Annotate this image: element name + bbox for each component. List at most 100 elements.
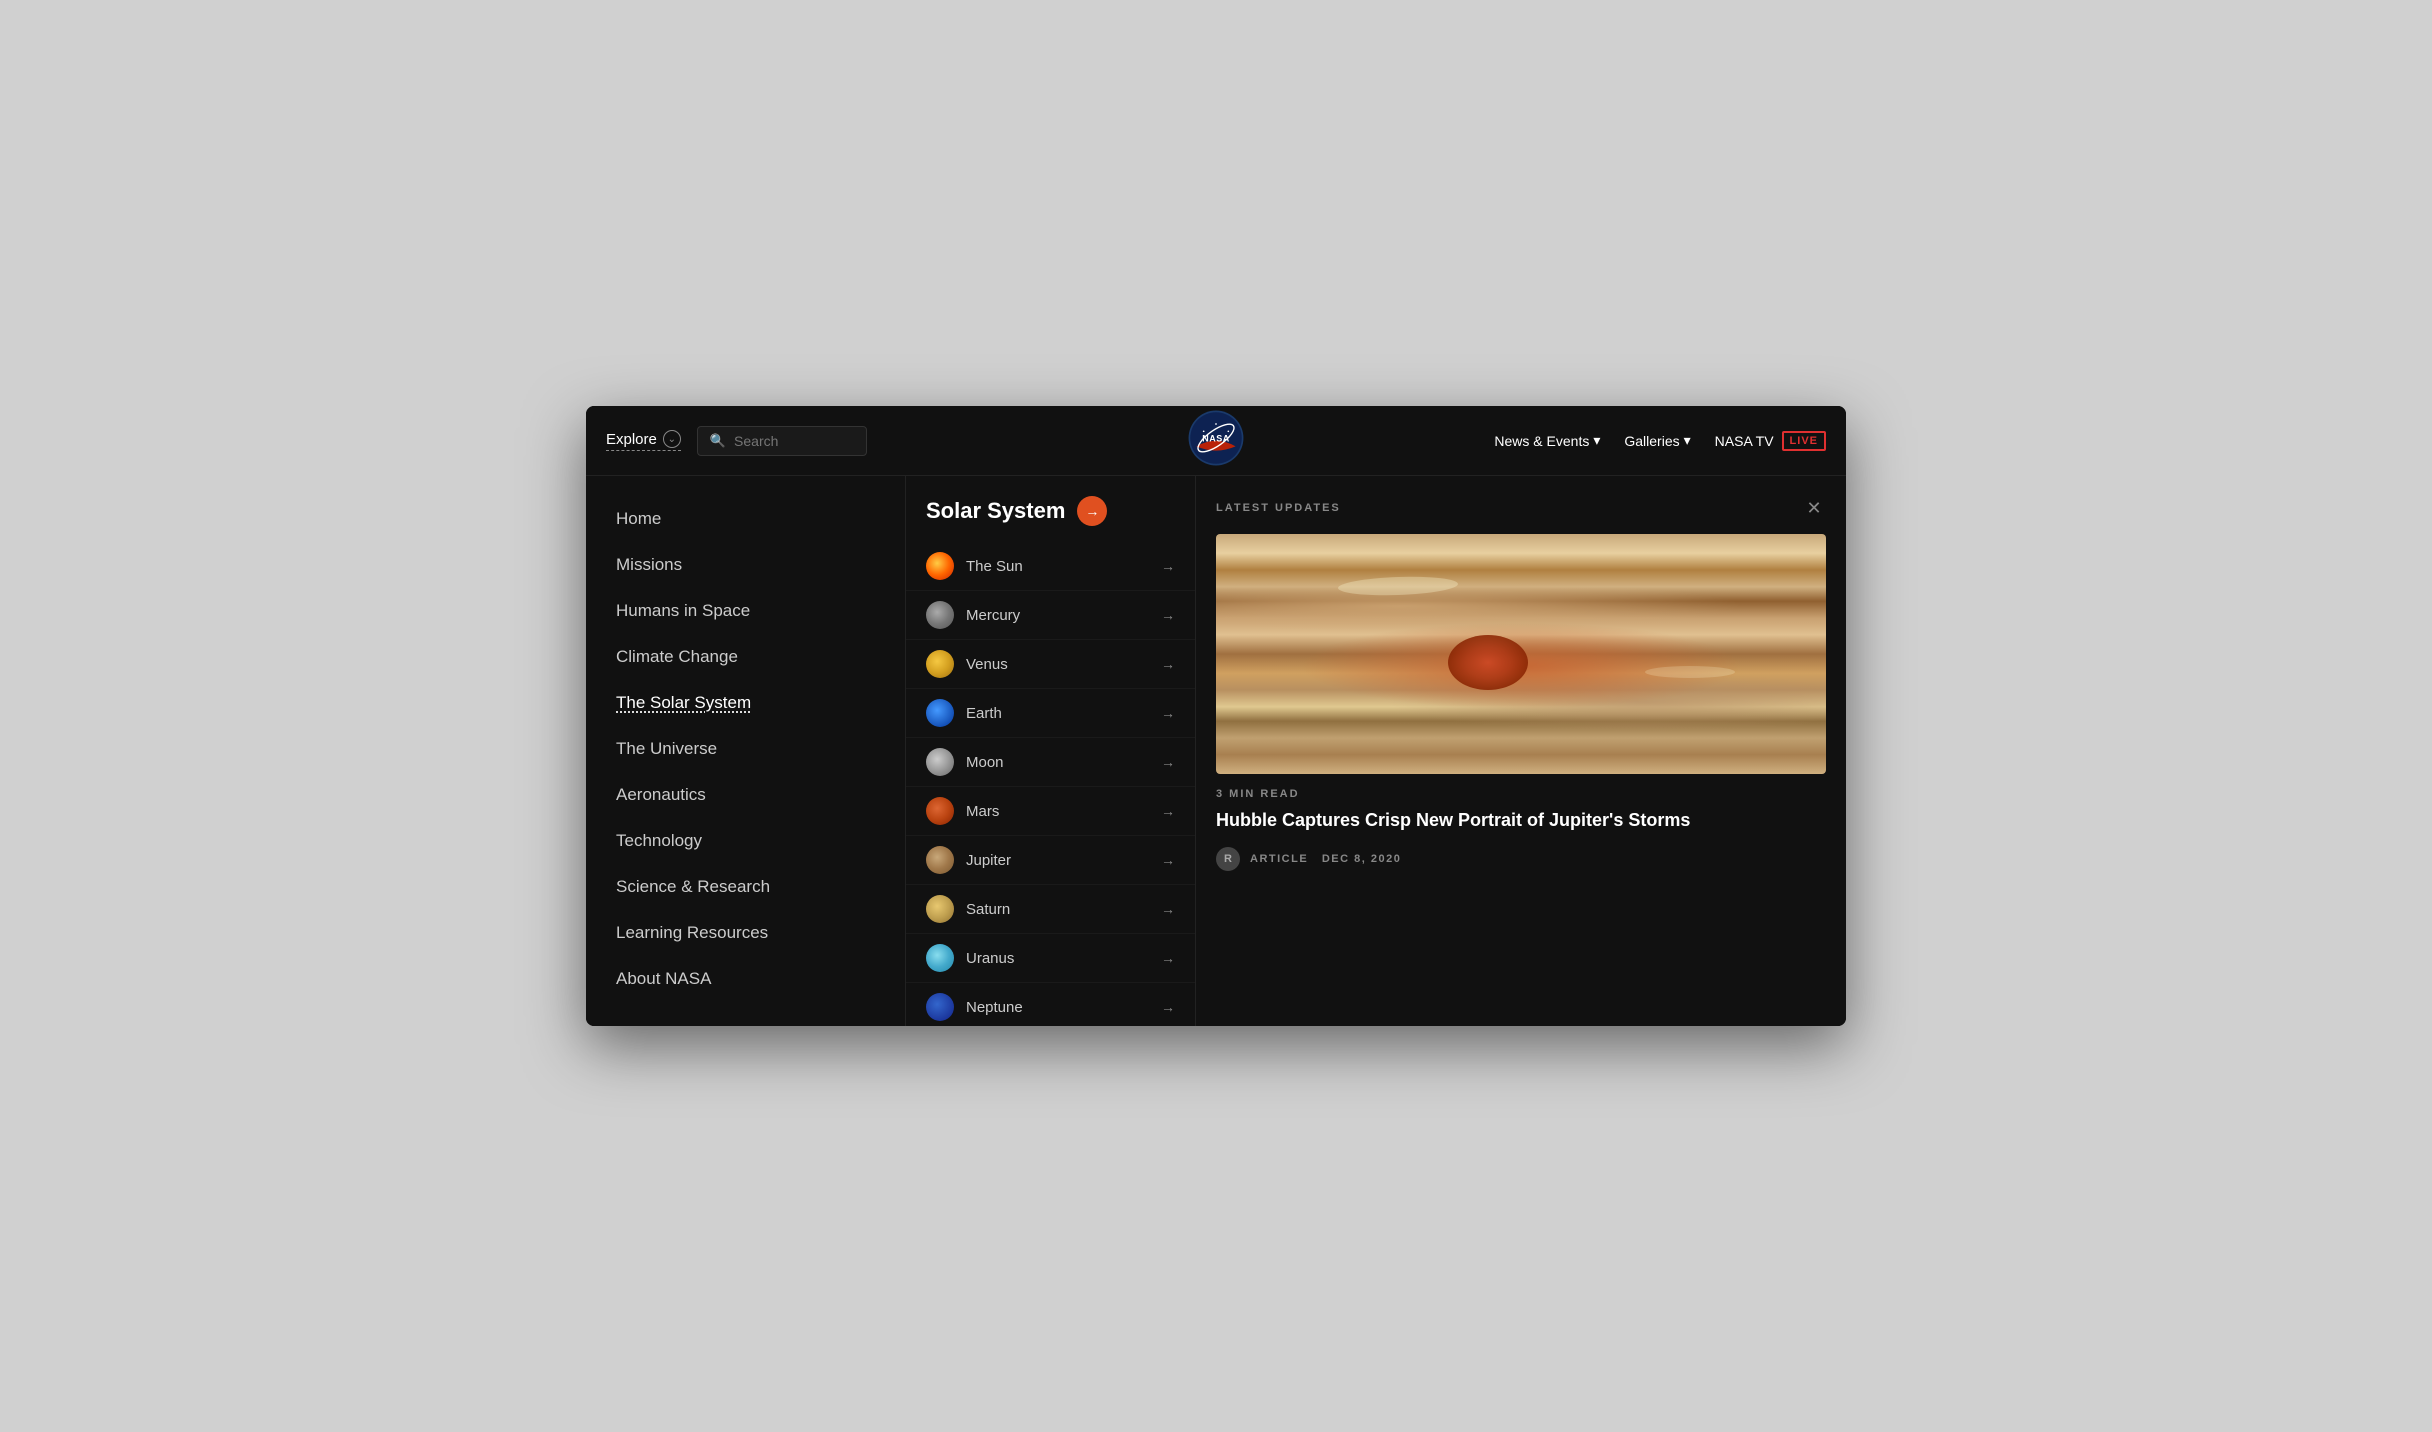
sidebar-item-learning-resources[interactable]: Learning Resources bbox=[586, 910, 905, 956]
moon-icon bbox=[926, 748, 954, 776]
nasa-tv-label[interactable]: NASA TV bbox=[1715, 433, 1774, 449]
latest-updates-label: LATEST UPDATES bbox=[1216, 502, 1341, 514]
nav-news-events[interactable]: News & Events ▾ bbox=[1494, 432, 1600, 449]
header-left: Explore ⌄ 🔍 bbox=[606, 426, 867, 456]
mars-arrow-icon: → bbox=[1161, 803, 1175, 819]
solar-system-title: Solar System bbox=[926, 498, 1065, 524]
jupiter-arrow-icon: → bbox=[1161, 852, 1175, 868]
saturn-icon bbox=[926, 895, 954, 923]
news-events-label: News & Events bbox=[1494, 433, 1589, 449]
read-time: 3 MIN READ bbox=[1216, 788, 1826, 800]
explore-chevron-icon: ⌄ bbox=[663, 430, 681, 448]
planet-name-mars: Mars bbox=[966, 803, 999, 820]
mercury-arrow-icon: → bbox=[1161, 607, 1175, 623]
article-title[interactable]: Hubble Captures Crisp New Portrait of Ju… bbox=[1216, 808, 1826, 833]
article-date: DEC 8, 2020 bbox=[1322, 853, 1401, 865]
jupiter-icon bbox=[926, 846, 954, 874]
sidebar-item-humans-in-space[interactable]: Humans in Space bbox=[586, 588, 905, 634]
close-button[interactable]: ✕ bbox=[1802, 496, 1826, 520]
sidebar-item-science-research[interactable]: Science & Research bbox=[586, 864, 905, 910]
explore-button[interactable]: Explore ⌄ bbox=[606, 430, 681, 451]
sidebar-item-about-nasa[interactable]: About NASA bbox=[586, 956, 905, 1002]
mercury-icon bbox=[926, 601, 954, 629]
venus-arrow-icon: → bbox=[1161, 656, 1175, 672]
galleries-label: Galleries bbox=[1624, 433, 1679, 449]
solar-system-header: Solar System → bbox=[906, 496, 1195, 542]
author-avatar: R bbox=[1216, 847, 1240, 871]
browser-window: Explore ⌄ 🔍 NASA bbox=[586, 406, 1846, 1026]
neptune-arrow-icon: → bbox=[1161, 999, 1175, 1015]
sun-arrow-icon: → bbox=[1161, 558, 1175, 574]
saturn-arrow-icon: → bbox=[1161, 901, 1175, 917]
news-events-chevron-icon: ▾ bbox=[1593, 432, 1600, 449]
jupiter-photo bbox=[1216, 534, 1826, 774]
planet-name-uranus: Uranus bbox=[966, 950, 1014, 967]
updates-header-row: LATEST UPDATES ✕ bbox=[1216, 496, 1826, 520]
planet-item-moon[interactable]: Moon → bbox=[906, 738, 1195, 787]
planet-left-jupiter: Jupiter bbox=[926, 846, 1011, 874]
planet-item-mercury[interactable]: Mercury → bbox=[906, 591, 1195, 640]
neptune-icon bbox=[926, 993, 954, 1021]
planet-left-uranus: Uranus bbox=[926, 944, 1014, 972]
moon-arrow-icon: → bbox=[1161, 754, 1175, 770]
sidebar-item-technology[interactable]: Technology bbox=[586, 818, 905, 864]
header: Explore ⌄ 🔍 NASA bbox=[586, 406, 1846, 476]
planet-name-mercury: Mercury bbox=[966, 607, 1020, 624]
planet-left-moon: Moon bbox=[926, 748, 1004, 776]
planet-name-sun: The Sun bbox=[966, 558, 1023, 575]
nav-galleries[interactable]: Galleries ▾ bbox=[1624, 432, 1690, 449]
nasa-logo[interactable]: NASA bbox=[1188, 410, 1244, 471]
jupiter-cloud-2 bbox=[1645, 666, 1735, 678]
planet-name-jupiter: Jupiter bbox=[966, 852, 1011, 869]
mars-icon bbox=[926, 797, 954, 825]
article-image[interactable] bbox=[1216, 534, 1826, 774]
planet-name-saturn: Saturn bbox=[966, 901, 1010, 918]
planet-item-sun[interactable]: The Sun → bbox=[906, 542, 1195, 591]
updates-panel: LATEST UPDATES ✕ 3 MIN READ Hubble Captu… bbox=[1196, 476, 1846, 1026]
svg-text:NASA: NASA bbox=[1202, 433, 1230, 443]
planet-item-jupiter[interactable]: Jupiter → bbox=[906, 836, 1195, 885]
uranus-arrow-icon: → bbox=[1161, 950, 1175, 966]
planet-item-neptune[interactable]: Neptune → bbox=[906, 983, 1195, 1026]
planet-item-uranus[interactable]: Uranus → bbox=[906, 934, 1195, 983]
planet-left-earth: Earth bbox=[926, 699, 1002, 727]
live-badge[interactable]: LIVE bbox=[1782, 431, 1826, 451]
venus-icon bbox=[926, 650, 954, 678]
planet-left-mars: Mars bbox=[926, 797, 999, 825]
nasa-tv-group: NASA TV LIVE bbox=[1715, 431, 1826, 451]
article-type: ARTICLE bbox=[1250, 853, 1308, 865]
solar-system-panel: Solar System → The Sun → Mercury → bbox=[906, 476, 1196, 1026]
explore-label: Explore bbox=[606, 431, 657, 448]
search-icon: 🔍 bbox=[710, 433, 726, 449]
jupiter-storm-visual bbox=[1448, 635, 1528, 690]
planet-name-neptune: Neptune bbox=[966, 999, 1023, 1016]
planet-left-saturn: Saturn bbox=[926, 895, 1010, 923]
search-input[interactable] bbox=[734, 433, 854, 449]
planet-name-moon: Moon bbox=[966, 754, 1004, 771]
solar-system-link-button[interactable]: → bbox=[1077, 496, 1107, 526]
planet-item-earth[interactable]: Earth → bbox=[906, 689, 1195, 738]
article-type-label: ARTICLE DEC 8, 2020 bbox=[1250, 853, 1401, 865]
sidebar: Home Missions Humans in Space Climate Ch… bbox=[586, 476, 906, 1026]
sidebar-item-solar-system[interactable]: The Solar System bbox=[586, 680, 905, 726]
planet-item-saturn[interactable]: Saturn → bbox=[906, 885, 1195, 934]
planet-left-sun: The Sun bbox=[926, 552, 1023, 580]
sidebar-item-climate-change[interactable]: Climate Change bbox=[586, 634, 905, 680]
jupiter-cloud-1 bbox=[1338, 575, 1459, 597]
sidebar-item-missions[interactable]: Missions bbox=[586, 542, 905, 588]
search-box[interactable]: 🔍 bbox=[697, 426, 867, 456]
earth-arrow-icon: → bbox=[1161, 705, 1175, 721]
planet-item-mars[interactable]: Mars → bbox=[906, 787, 1195, 836]
main-body: Home Missions Humans in Space Climate Ch… bbox=[586, 476, 1846, 1026]
sidebar-item-universe[interactable]: The Universe bbox=[586, 726, 905, 772]
planet-item-venus[interactable]: Venus → bbox=[906, 640, 1195, 689]
planet-name-venus: Venus bbox=[966, 656, 1008, 673]
content-area: Solar System → The Sun → Mercury → bbox=[906, 476, 1846, 1026]
galleries-chevron-icon: ▾ bbox=[1684, 432, 1691, 449]
planet-left-venus: Venus bbox=[926, 650, 1008, 678]
planet-name-earth: Earth bbox=[966, 705, 1002, 722]
article-meta: R ARTICLE DEC 8, 2020 bbox=[1216, 847, 1826, 871]
sidebar-item-aeronautics[interactable]: Aeronautics bbox=[586, 772, 905, 818]
sidebar-item-home[interactable]: Home bbox=[586, 496, 905, 542]
sun-icon bbox=[926, 552, 954, 580]
